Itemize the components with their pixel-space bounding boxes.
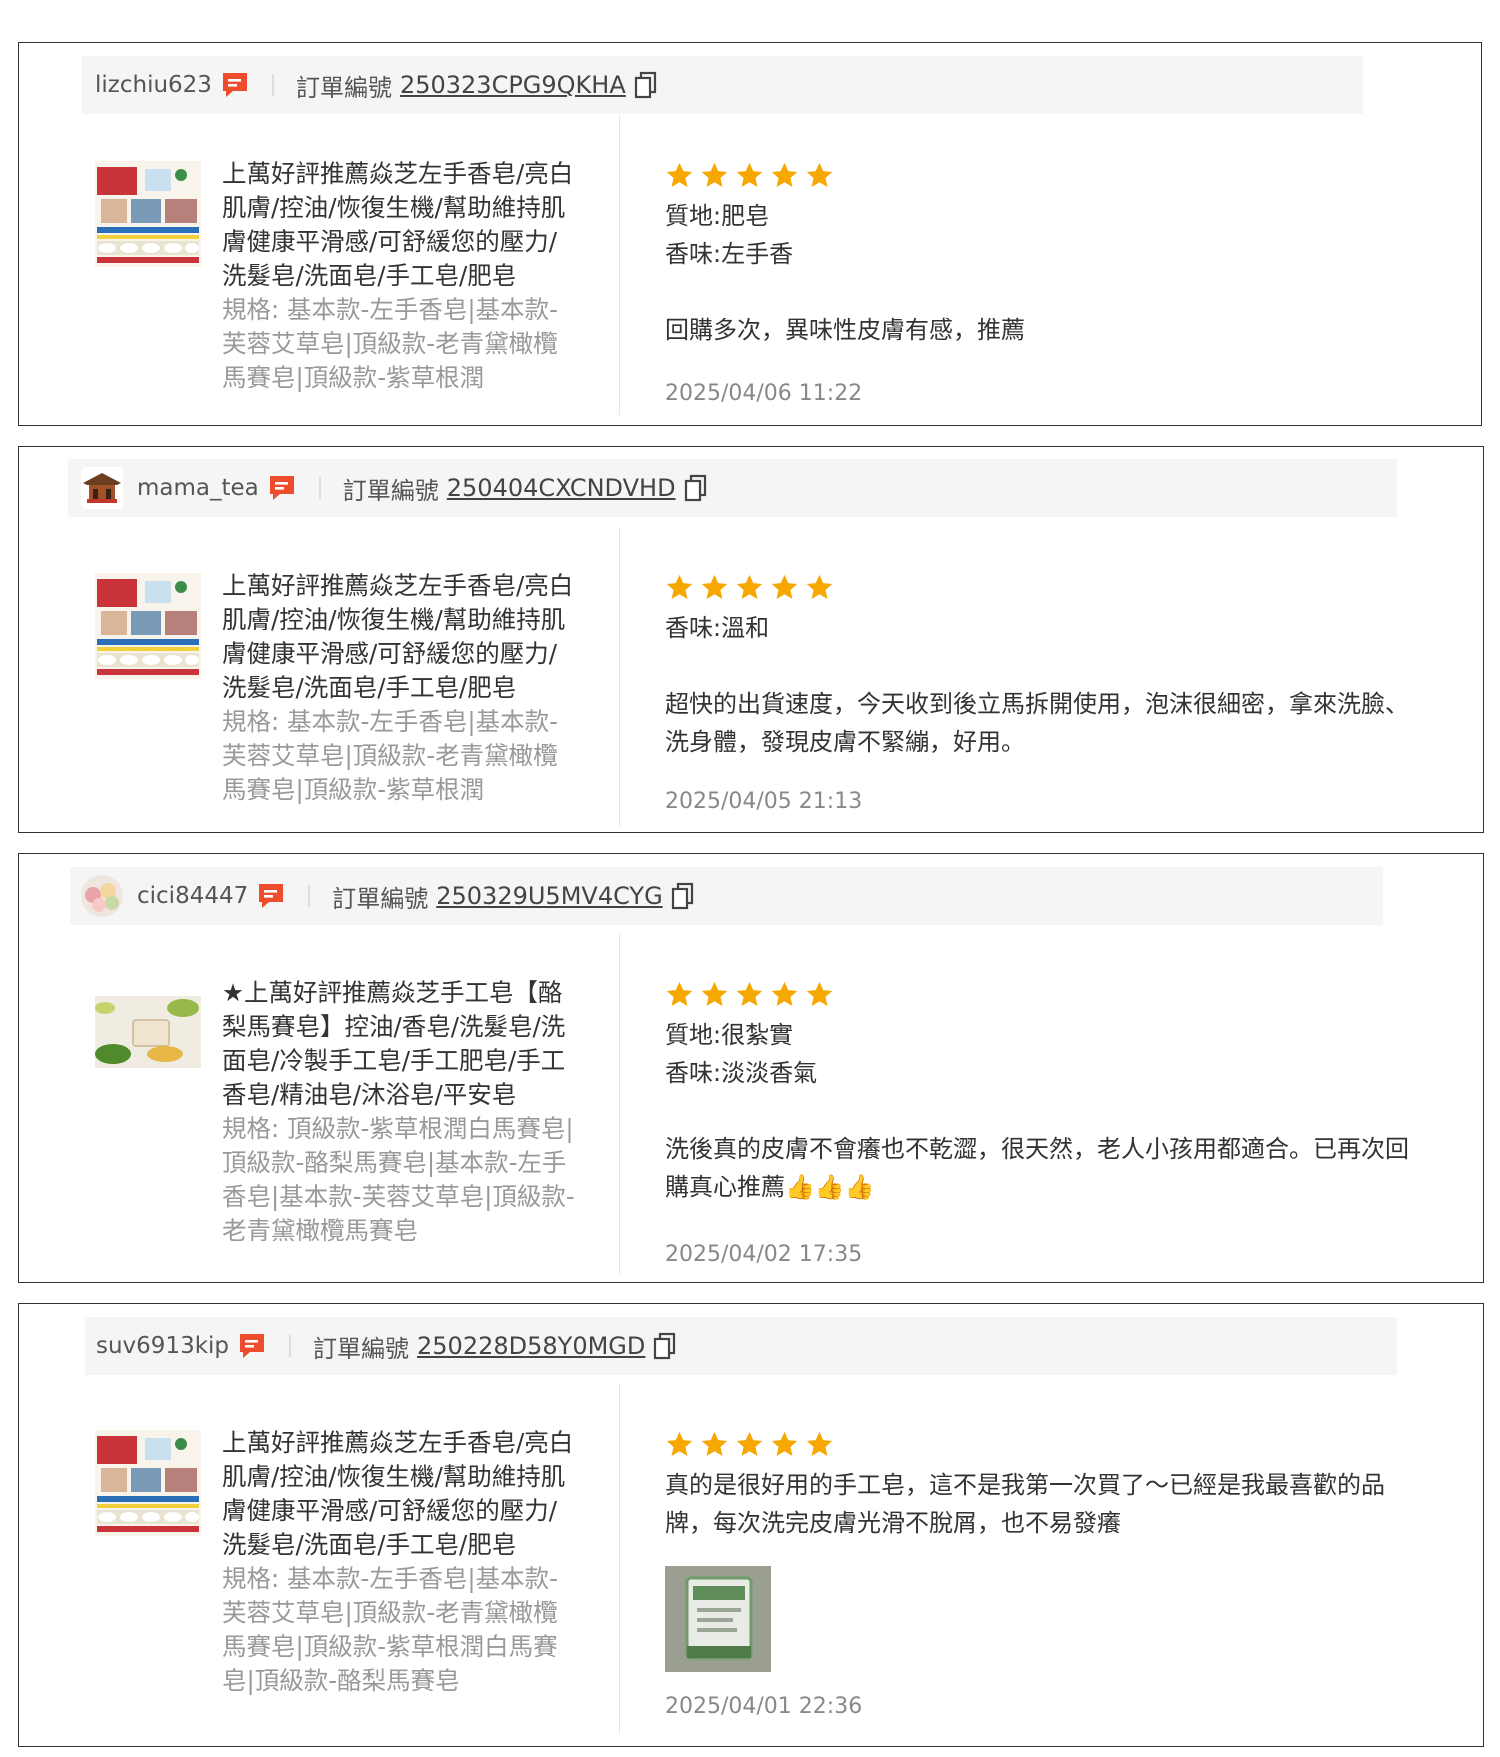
- star-icon: [666, 1431, 693, 1456]
- star-icon: [736, 981, 763, 1006]
- star-icon: [666, 981, 693, 1006]
- product-info: 上萬好評推薦焱芝左手香皂/亮白肌膚/控油/恢復生機/幫助維持肌膚健康平滑感/可舒…: [222, 569, 577, 819]
- review-date: 2025/04/02 17:35: [665, 1242, 863, 1267]
- star-rating: [665, 980, 1423, 1010]
- review-date: 2025/04/05 21:13: [665, 789, 863, 814]
- product-image[interactable]: [95, 161, 201, 267]
- product-variation: 規格: 基本款-左手香皂|基本款-芙蓉艾草皂|頂級款-老青黛橄欖馬賽皂|頂級款-…: [222, 295, 558, 392]
- order-label: 訂單編號: [342, 476, 439, 505]
- star-icon: [806, 162, 833, 187]
- product-image[interactable]: [95, 1430, 201, 1536]
- column-divider: [619, 934, 620, 1274]
- star-rating: [665, 161, 1421, 191]
- product-image[interactable]: [95, 573, 201, 679]
- divider: [271, 74, 274, 96]
- star-icon: [666, 162, 693, 187]
- product-info: 上萬好評推薦焱芝左手香皂/亮白肌膚/控油/恢復生機/幫助維持肌膚健康平滑感/可舒…: [222, 1426, 577, 1726]
- review-body: 真的是很好用的手工皂，這不是我第一次買了～已經是我最喜歡的品牌，每次洗完皮膚光滑…: [665, 1430, 1423, 1730]
- avatar[interactable]: [81, 875, 123, 917]
- product-title[interactable]: ★上萬好評推薦焱芝手工皂【酪梨馬賽皂】控油/香皂/洗髮皂/洗面皂/冷製手工皂/手…: [222, 976, 577, 1112]
- product-variation: 規格: 基本款-左手香皂|基本款-芙蓉艾草皂|頂級款-老青黛橄欖馬賽皂|頂級款-…: [222, 707, 558, 804]
- product-title[interactable]: 上萬好評推薦焱芝左手香皂/亮白肌膚/控油/恢復生機/幫助維持肌膚健康平滑感/可舒…: [222, 569, 577, 705]
- star-icon: [736, 574, 763, 599]
- review-card: mama_tea 訂單編號 250404CXCNDVHD 上萬好評推薦焱芝左手香…: [18, 446, 1484, 833]
- product-info: 上萬好評推薦焱芝左手香皂/亮白肌膚/控油/恢復生機/幫助維持肌膚健康平滑感/可舒…: [222, 157, 577, 407]
- review-header: mama_tea 訂單編號 250404CXCNDVHD: [68, 459, 1397, 517]
- review-body: 質地:很紮實 香味:淡淡香氣 洗後真的皮膚不會癢也不乾澀，很天然，老人小孩用都適…: [665, 980, 1423, 1276]
- review-attribute: 香味:左手香: [665, 240, 794, 268]
- review-text: 洗後真的皮膚不會癢也不乾澀，很天然，老人小孩用都適合。已再次回購真心推薦👍👍👍: [665, 1135, 1409, 1201]
- review-header: suv6913kip 訂單編號 250228D58Y0MGD: [85, 1317, 1397, 1375]
- product-info: ★上萬好評推薦焱芝手工皂【酪梨馬賽皂】控油/香皂/洗髮皂/洗面皂/冷製手工皂/手…: [222, 976, 577, 1264]
- star-icon: [806, 1431, 833, 1456]
- star-icon: [806, 574, 833, 599]
- star-icon: [666, 574, 693, 599]
- star-rating: [665, 1430, 1423, 1460]
- review-date: 2025/04/06 11:22: [665, 381, 863, 406]
- copy-icon[interactable]: [634, 71, 658, 99]
- product-title[interactable]: 上萬好評推薦焱芝左手香皂/亮白肌膚/控油/恢復生機/幫助維持肌膚健康平滑感/可舒…: [222, 157, 577, 293]
- review-card: cici84447 訂單編號 250329U5MV4CYG ★上萬好評推薦焱芝手…: [18, 853, 1484, 1283]
- review-body: 香味:溫和 超快的出貨速度，今天收到後立馬拆開使用，泡沫很細密，拿來洗臉、洗身體…: [665, 573, 1423, 829]
- chat-icon[interactable]: [256, 881, 286, 911]
- review-attribute: 質地:肥皂: [665, 202, 770, 230]
- review-card: suv6913kip 訂單編號 250228D58Y0MGD 上萬好評推薦焱芝左…: [18, 1303, 1484, 1747]
- review-card: lizchiu623 訂單編號 250323CPG9QKHA 上萬好評推薦焱芝左…: [18, 42, 1482, 426]
- star-icon: [771, 574, 798, 599]
- copy-icon[interactable]: [671, 882, 695, 910]
- divider: [308, 885, 311, 907]
- username[interactable]: mama_tea: [137, 475, 259, 501]
- chat-icon[interactable]: [220, 70, 250, 100]
- username[interactable]: suv6913kip: [96, 1333, 229, 1359]
- product-title[interactable]: 上萬好評推薦焱芝左手香皂/亮白肌膚/控油/恢復生機/幫助維持肌膚健康平滑感/可舒…: [222, 1426, 577, 1562]
- divider: [318, 477, 321, 499]
- chat-icon[interactable]: [267, 473, 297, 503]
- review-text: 真的是很好用的手工皂，這不是我第一次買了～已經是我最喜歡的品牌，每次洗完皮膚光滑…: [665, 1471, 1385, 1537]
- review-attribute: 香味:溫和: [665, 614, 770, 642]
- username[interactable]: cici84447: [137, 883, 248, 909]
- star-icon: [701, 162, 728, 187]
- star-icon: [771, 981, 798, 1006]
- product-image[interactable]: [95, 996, 201, 1068]
- review-text: 回購多次，異味性皮膚有感，推薦: [665, 316, 1025, 344]
- review-photo[interactable]: [665, 1566, 771, 1672]
- star-icon: [736, 162, 763, 187]
- order-number-link[interactable]: 250228D58Y0MGD: [417, 1332, 645, 1360]
- star-icon: [701, 981, 728, 1006]
- order-number-link[interactable]: 250404CXCNDVHD: [447, 474, 676, 502]
- order-label: 訂單編號: [332, 884, 429, 913]
- product-variation: 規格: 基本款-左手香皂|基本款-芙蓉艾草皂|頂級款-老青黛橄欖馬賽皂|頂級款-…: [222, 1564, 558, 1695]
- column-divider: [619, 527, 620, 827]
- star-icon: [771, 162, 798, 187]
- column-divider: [619, 1384, 620, 1734]
- review-header: cici84447 訂單編號 250329U5MV4CYG: [70, 867, 1383, 925]
- review-attribute: 質地:很紮實: [665, 1021, 794, 1049]
- review-body: 質地:肥皂 香味:左手香 回購多次，異味性皮膚有感，推薦 2025/04/06 …: [665, 161, 1421, 417]
- copy-icon[interactable]: [653, 1332, 677, 1360]
- username[interactable]: lizchiu623: [95, 72, 212, 98]
- chat-icon[interactable]: [237, 1331, 267, 1361]
- divider: [289, 1335, 292, 1357]
- order-number-link[interactable]: 250329U5MV4CYG: [436, 882, 662, 910]
- star-icon: [806, 981, 833, 1006]
- star-rating: [665, 573, 1423, 603]
- star-icon: [771, 1431, 798, 1456]
- order-label: 訂單編號: [313, 1334, 410, 1363]
- review-attribute: 香味:淡淡香氣: [665, 1059, 818, 1087]
- star-icon: [736, 1431, 763, 1456]
- review-text: 超快的出貨速度，今天收到後立馬拆開使用，泡沫很細密，拿來洗臉、洗身體，發現皮膚不…: [665, 690, 1409, 756]
- star-icon: [701, 1431, 728, 1456]
- product-variation: 規格: 頂級款-紫草根潤白馬賽皂|頂級款-酪梨馬賽皂|基本款-左手香皂|基本款-…: [222, 1114, 575, 1245]
- order-number-link[interactable]: 250323CPG9QKHA: [400, 71, 626, 99]
- review-date: 2025/04/01 22:36: [665, 1694, 863, 1719]
- review-header: lizchiu623 訂單編號 250323CPG9QKHA: [82, 56, 1363, 114]
- copy-icon[interactable]: [684, 474, 708, 502]
- order-label: 訂單編號: [295, 73, 392, 102]
- avatar[interactable]: [81, 467, 123, 509]
- star-icon: [701, 574, 728, 599]
- column-divider: [619, 115, 620, 415]
